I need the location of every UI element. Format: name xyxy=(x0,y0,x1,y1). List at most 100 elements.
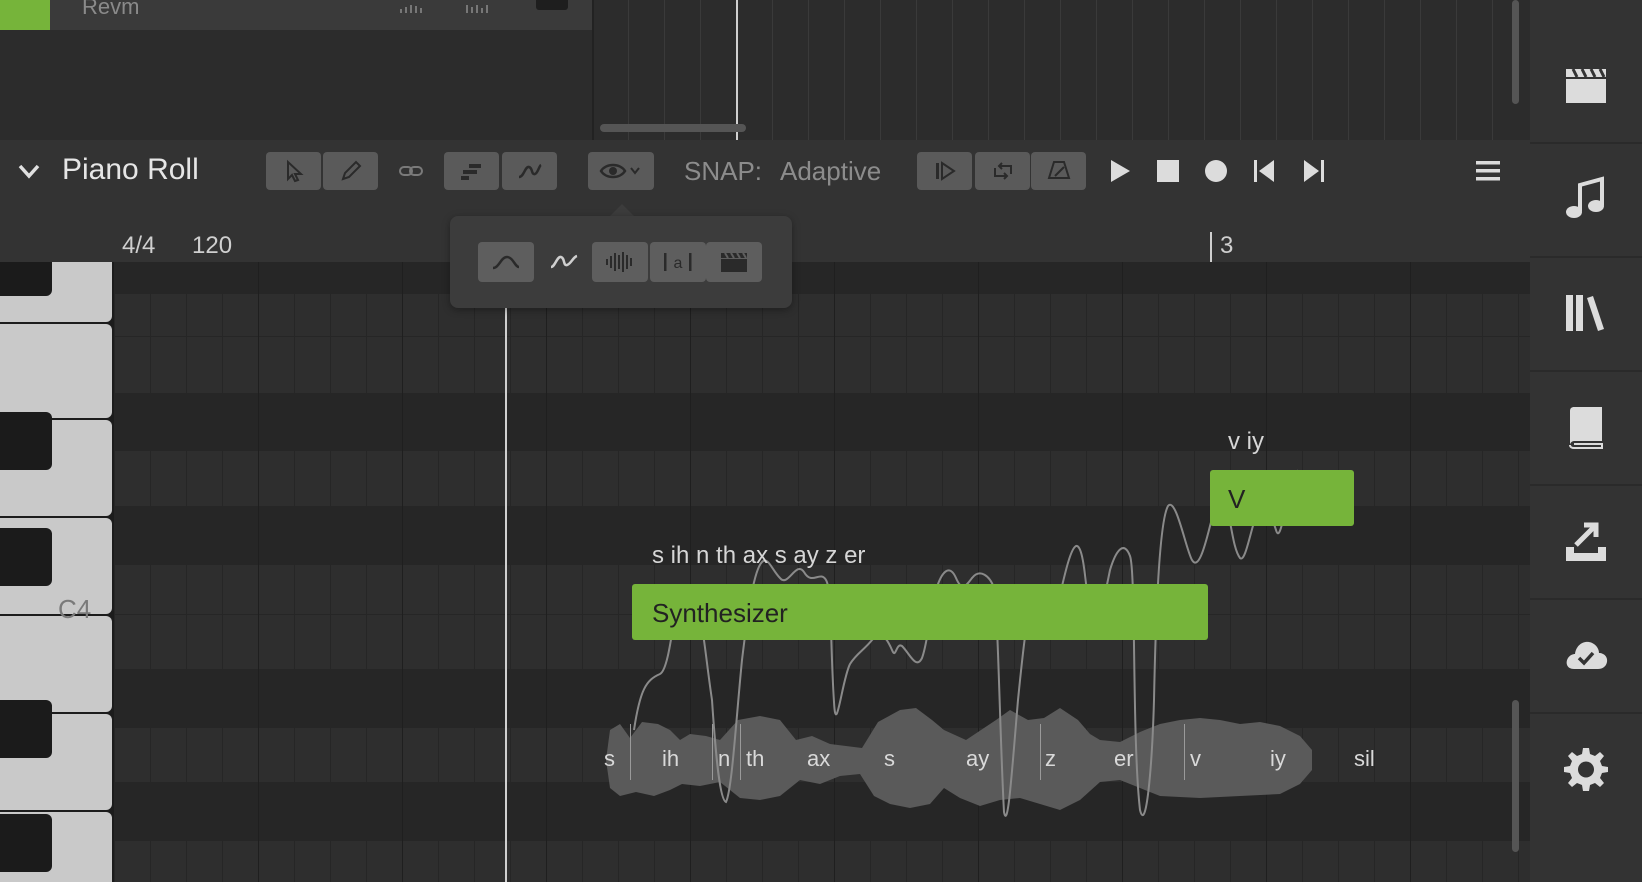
pitch-curve-icon xyxy=(550,254,578,269)
key-label-c4: C4 xyxy=(58,594,92,624)
phoneme-icon: a xyxy=(664,253,692,272)
playhead[interactable] xyxy=(505,304,507,882)
sidebar-export-button[interactable] xyxy=(1530,484,1642,600)
snap-label: SNAP: xyxy=(684,156,763,186)
sidebar-book-button[interactable] xyxy=(1530,370,1642,486)
select-tool-button[interactable] xyxy=(266,152,321,190)
phoneme-label[interactable]: n xyxy=(718,746,730,772)
phoneme-label[interactable]: er xyxy=(1114,746,1134,772)
sidebar-cloud-button[interactable] xyxy=(1530,598,1642,714)
phoneme-label[interactable]: th xyxy=(746,746,764,772)
notes-icon xyxy=(460,164,481,180)
metronome-icon xyxy=(1047,161,1070,179)
pointer-icon xyxy=(286,159,304,183)
export-icon xyxy=(1566,522,1606,561)
record-icon xyxy=(1205,160,1227,182)
track-button[interactable] xyxy=(536,0,568,10)
menu-button[interactable] xyxy=(1468,152,1508,190)
skip-back-icon xyxy=(1254,160,1274,182)
track-empty-area xyxy=(0,30,592,140)
view-waveform-button[interactable] xyxy=(592,242,648,282)
metronome-button[interactable] xyxy=(1031,152,1086,190)
phoneme-label[interactable]: ay xyxy=(966,746,989,772)
white-key[interactable] xyxy=(0,616,112,712)
playhead-follow-icon xyxy=(935,161,956,181)
view-video-button[interactable] xyxy=(706,242,762,282)
smooth-curve-icon xyxy=(492,255,520,270)
link-tool-button[interactable] xyxy=(383,152,438,190)
skip-forward-button[interactable] xyxy=(1294,152,1334,190)
view-dropdown-button[interactable] xyxy=(588,152,654,190)
phoneme-label[interactable]: ih xyxy=(662,746,679,772)
black-key[interactable] xyxy=(0,528,52,586)
phoneme-label[interactable]: sil xyxy=(1354,746,1375,772)
skip-back-button[interactable] xyxy=(1244,152,1284,190)
phoneme-boundary[interactable] xyxy=(1184,724,1185,780)
phoneme-boundary[interactable] xyxy=(740,724,741,780)
snap-dropdown[interactable]: Adaptive xyxy=(780,154,881,188)
music-note-icon xyxy=(1566,176,1604,218)
note-lyric: V xyxy=(1228,484,1246,514)
note-v[interactable]: V xyxy=(1210,470,1354,526)
note-synthesizer[interactable]: Synthesizer xyxy=(632,584,1208,640)
sidebar-settings-button[interactable] xyxy=(1530,712,1642,826)
phoneme-label[interactable]: z xyxy=(1045,746,1056,772)
library-icon xyxy=(1566,295,1604,331)
horizontal-scrollbar[interactable] xyxy=(600,124,746,132)
track-lanes[interactable] xyxy=(592,0,1510,140)
view-pitch-curve-button[interactable] xyxy=(536,242,592,282)
stop-button[interactable] xyxy=(1148,152,1188,190)
link-icon xyxy=(398,166,423,176)
note-lyric: Synthesizer xyxy=(652,598,788,628)
meter-icon[interactable] xyxy=(466,0,492,13)
collapse-chevron-icon[interactable] xyxy=(14,156,44,186)
phoneme-label[interactable]: ax xyxy=(807,746,830,772)
track-name: Revm xyxy=(82,0,140,19)
view-phoneme-button[interactable]: a xyxy=(650,242,706,282)
track-color-indicator[interactable] xyxy=(0,0,50,30)
view-smooth-curve-button[interactable] xyxy=(478,242,534,282)
white-key[interactable] xyxy=(0,324,112,418)
loop-button[interactable] xyxy=(975,152,1030,190)
tempo[interactable]: 120 xyxy=(192,232,232,260)
phoneme-label[interactable]: s xyxy=(604,746,615,772)
waveform-icon xyxy=(606,252,632,272)
piano-keyboard[interactable] xyxy=(0,262,114,882)
film-clapper-icon xyxy=(1566,68,1606,103)
black-key[interactable] xyxy=(0,262,52,296)
vertical-scrollbar[interactable] xyxy=(1512,0,1519,104)
piano-roll-vertical-scrollbar[interactable] xyxy=(1512,700,1519,852)
record-button[interactable] xyxy=(1196,152,1236,190)
sidebar-video-button[interactable] xyxy=(1530,28,1642,144)
pencil-icon xyxy=(340,160,361,181)
phoneme-label[interactable]: v xyxy=(1190,746,1201,772)
curve-icon xyxy=(518,163,542,179)
note-phonemes: s ih n th ax s ay z er xyxy=(652,542,866,569)
phoneme-boundary[interactable] xyxy=(712,724,713,780)
note-phonemes: v iy xyxy=(1228,428,1264,455)
black-key[interactable] xyxy=(0,700,52,758)
pencil-tool-button[interactable] xyxy=(323,152,378,190)
black-key[interactable] xyxy=(0,412,52,470)
eye-icon xyxy=(599,163,640,179)
cloud-check-icon xyxy=(1566,641,1608,669)
settings-icon xyxy=(1564,748,1608,791)
phoneme-boundary[interactable] xyxy=(1040,724,1041,780)
black-key[interactable] xyxy=(0,814,52,872)
pitch-tool-button[interactable] xyxy=(502,152,557,190)
sidebar-library-button[interactable] xyxy=(1530,256,1642,372)
auto-scroll-button[interactable] xyxy=(917,152,972,190)
loop-icon xyxy=(993,162,1012,180)
skip-forward-icon xyxy=(1304,160,1324,182)
bar-number: 3 xyxy=(1220,232,1234,259)
waveform-icon[interactable] xyxy=(400,0,426,13)
bar-marker xyxy=(1210,232,1212,262)
note-tool-button[interactable] xyxy=(444,152,499,190)
phoneme-label[interactable]: iy xyxy=(1270,746,1286,772)
phoneme-boundary[interactable] xyxy=(630,724,631,780)
hamburger-menu-icon xyxy=(1476,161,1500,181)
time-signature[interactable]: 4/4 xyxy=(122,232,155,260)
phoneme-label[interactable]: s xyxy=(884,746,895,772)
play-button[interactable] xyxy=(1099,152,1139,190)
sidebar-music-button[interactable] xyxy=(1530,142,1642,258)
